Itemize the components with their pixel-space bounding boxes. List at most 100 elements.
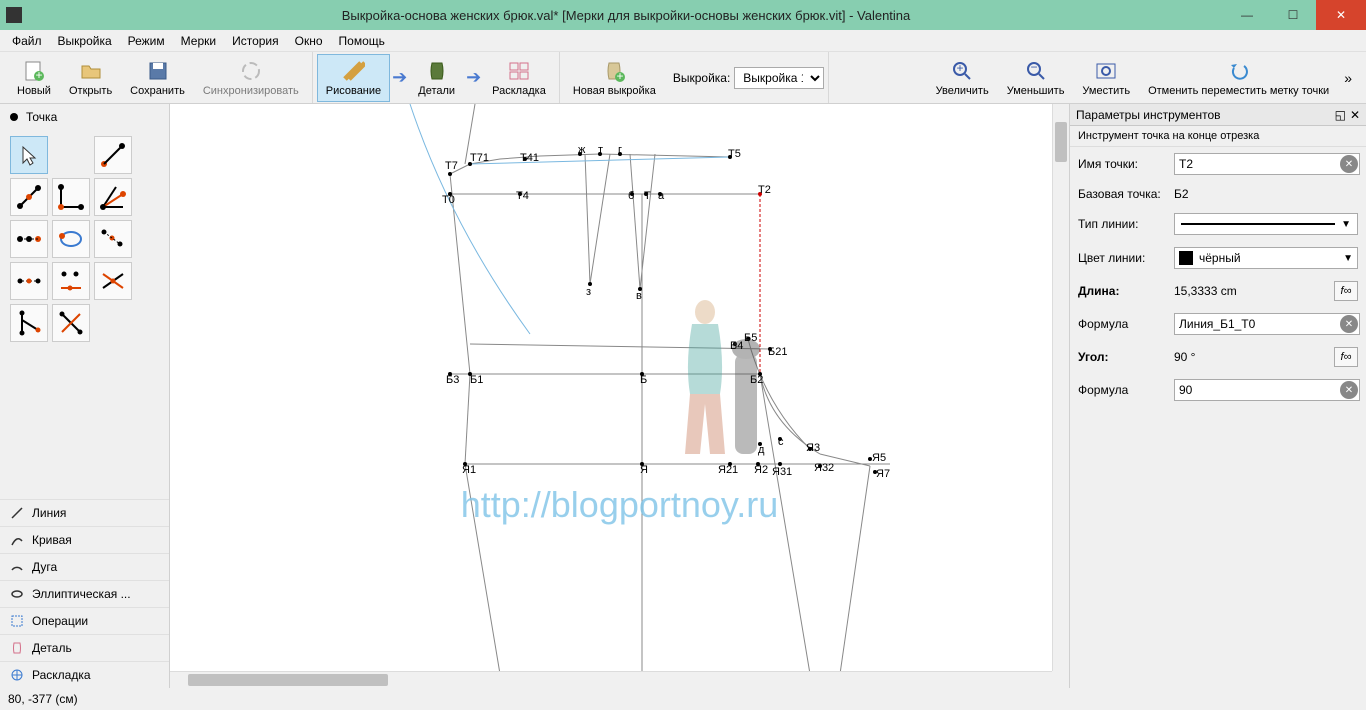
line-type-select[interactable]: ▼ [1174,213,1358,235]
menu-file[interactable]: Файл [4,32,50,50]
minimize-button[interactable]: — [1224,0,1270,30]
menu-bar: Файл Выкройка Режим Мерки История Окно П… [0,30,1366,52]
zoom-in-button[interactable]: + Увеличить [927,54,998,102]
tool-point-bisector[interactable] [94,178,132,216]
zoom-in-icon: + [950,59,974,83]
open-icon [79,59,103,83]
title-bar: Выкройка-основа женских брюк.val* [Мерки… [0,0,1366,30]
drawing-canvas[interactable]: Т7 Т71 Т41 ж т г Т5 Т0 Т4 б Т а Т2 з в Б… [170,104,1070,688]
base-point-value: Б2 [1174,187,1358,201]
tool-point-distance[interactable] [94,136,132,174]
arrow-right-icon: ➔ [390,67,409,88]
clear-icon[interactable]: ✕ [1340,155,1358,173]
menu-mode[interactable]: Режим [120,32,173,50]
tool-section-layout[interactable]: Раскладка [0,661,169,688]
menu-window[interactable]: Окно [287,32,331,50]
panel-close-icon[interactable]: ✕ [1350,108,1360,122]
zoom-out-icon: − [1024,59,1048,83]
undo-move-button[interactable]: Отменить переместить метку точки [1139,54,1338,102]
cursor-coords: 80, -377 (см) [8,692,78,706]
sync-button: Синхронизировать [194,54,308,102]
new-pattern-icon: + [602,59,626,83]
tool-point-along[interactable] [10,178,48,216]
angle-label: Угол: [1078,350,1170,364]
menu-history[interactable]: История [224,32,287,50]
menu-pattern[interactable]: Выкройка [50,32,120,50]
toolbar: + Новый Открыть Сохранить Синхронизирова… [0,52,1366,104]
layout-mode-button[interactable]: Раскладка [483,54,555,102]
save-button[interactable]: Сохранить [121,54,194,102]
formula1-input[interactable] [1174,313,1360,335]
detail-icon [425,59,449,83]
pencil-icon [341,59,365,83]
tool-point-axis[interactable] [52,304,90,342]
fx-button[interactable]: f∞ [1334,281,1358,301]
app-icon [6,7,22,23]
tool-point-perpendicular[interactable] [52,178,90,216]
pattern-select[interactable]: Выкройка 1 [734,67,824,89]
point-icon [10,113,18,121]
window-title: Выкройка-основа женских брюк.val* [Мерки… [28,8,1224,23]
save-icon [146,59,170,83]
point-name-input[interactable] [1174,153,1360,175]
clear-icon[interactable]: ✕ [1340,315,1358,333]
new-button[interactable]: + Новый [8,54,60,102]
tool-pointer[interactable] [10,136,48,174]
detail-mode-button[interactable]: Детали [409,54,464,102]
formula2-input[interactable] [1174,379,1360,401]
tool-point-shoulder[interactable] [10,220,48,258]
new-icon: + [22,59,46,83]
length-value: 15,3333 cm [1174,284,1326,298]
new-pattern-button[interactable]: + Новая выкройка [564,54,665,102]
vertical-scrollbar[interactable] [1052,104,1069,671]
angle-value: 90 ° [1174,350,1326,364]
tool-section-point[interactable]: Точка [0,104,169,130]
tool-point-contact[interactable] [52,220,90,258]
tool-section-operations[interactable]: Операции [0,607,169,634]
tool-name-header: Инструмент точка на конце отрезка [1070,126,1366,147]
tool-point-height[interactable] [10,304,48,342]
svg-text:−: − [1030,60,1037,74]
svg-text:+: + [617,69,624,82]
color-swatch [1179,251,1193,265]
tool-point-triangle[interactable] [94,220,132,258]
line-type-label: Тип линии: [1078,217,1170,231]
zoom-fit-button[interactable]: Уместить [1073,54,1139,102]
svg-text:+: + [35,68,42,82]
menu-measurements[interactable]: Мерки [173,32,224,50]
clear-icon[interactable]: ✕ [1340,381,1358,399]
tool-section-line[interactable]: Линия [0,499,169,526]
sync-icon [239,59,263,83]
tool-section-curve[interactable]: Кривая [0,526,169,553]
tool-panel: Точка Линия Кривая Дуга Эллиптическая ..… [0,104,170,688]
window-controls: — ☐ ✕ [1224,0,1366,30]
point-name-label: Имя точки: [1078,157,1170,171]
undo-icon [1227,59,1251,83]
svg-text:+: + [957,61,964,75]
pattern-label: Выкройка: [673,71,730,85]
draw-mode-button[interactable]: Рисование [317,54,390,102]
tool-point-line-intersect[interactable] [94,262,132,300]
panel-undock-icon[interactable]: ◱ [1335,108,1346,122]
tool-section-arc[interactable]: Дуга [0,553,169,580]
base-point-label: Базовая точка: [1078,187,1170,201]
length-label: Длина: [1078,284,1170,298]
line-color-label: Цвет линии: [1078,251,1170,265]
open-button[interactable]: Открыть [60,54,121,102]
close-button[interactable]: ✕ [1316,0,1366,30]
menu-help[interactable]: Помощь [331,32,393,50]
fx-button[interactable]: f∞ [1334,347,1358,367]
formula1-label: Формула [1078,317,1170,331]
tool-section-detail[interactable]: Деталь [0,634,169,661]
maximize-button[interactable]: ☐ [1270,0,1316,30]
panel-title: Параметры инструментов [1076,108,1221,122]
zoom-out-button[interactable]: − Уменьшить [998,54,1074,102]
toolbar-overflow-icon[interactable]: » [1338,70,1358,86]
horizontal-scrollbar[interactable] [170,671,1052,688]
properties-panel: Параметры инструментов ◱ ✕ Инструмент точ… [1070,104,1366,688]
line-color-select[interactable]: чёрный ▼ [1174,247,1358,269]
tool-point-xy[interactable] [52,262,90,300]
tool-section-ellipse[interactable]: Эллиптическая ... [0,580,169,607]
tool-point-intersect[interactable] [10,262,48,300]
formula2-label: Формула [1078,383,1170,397]
